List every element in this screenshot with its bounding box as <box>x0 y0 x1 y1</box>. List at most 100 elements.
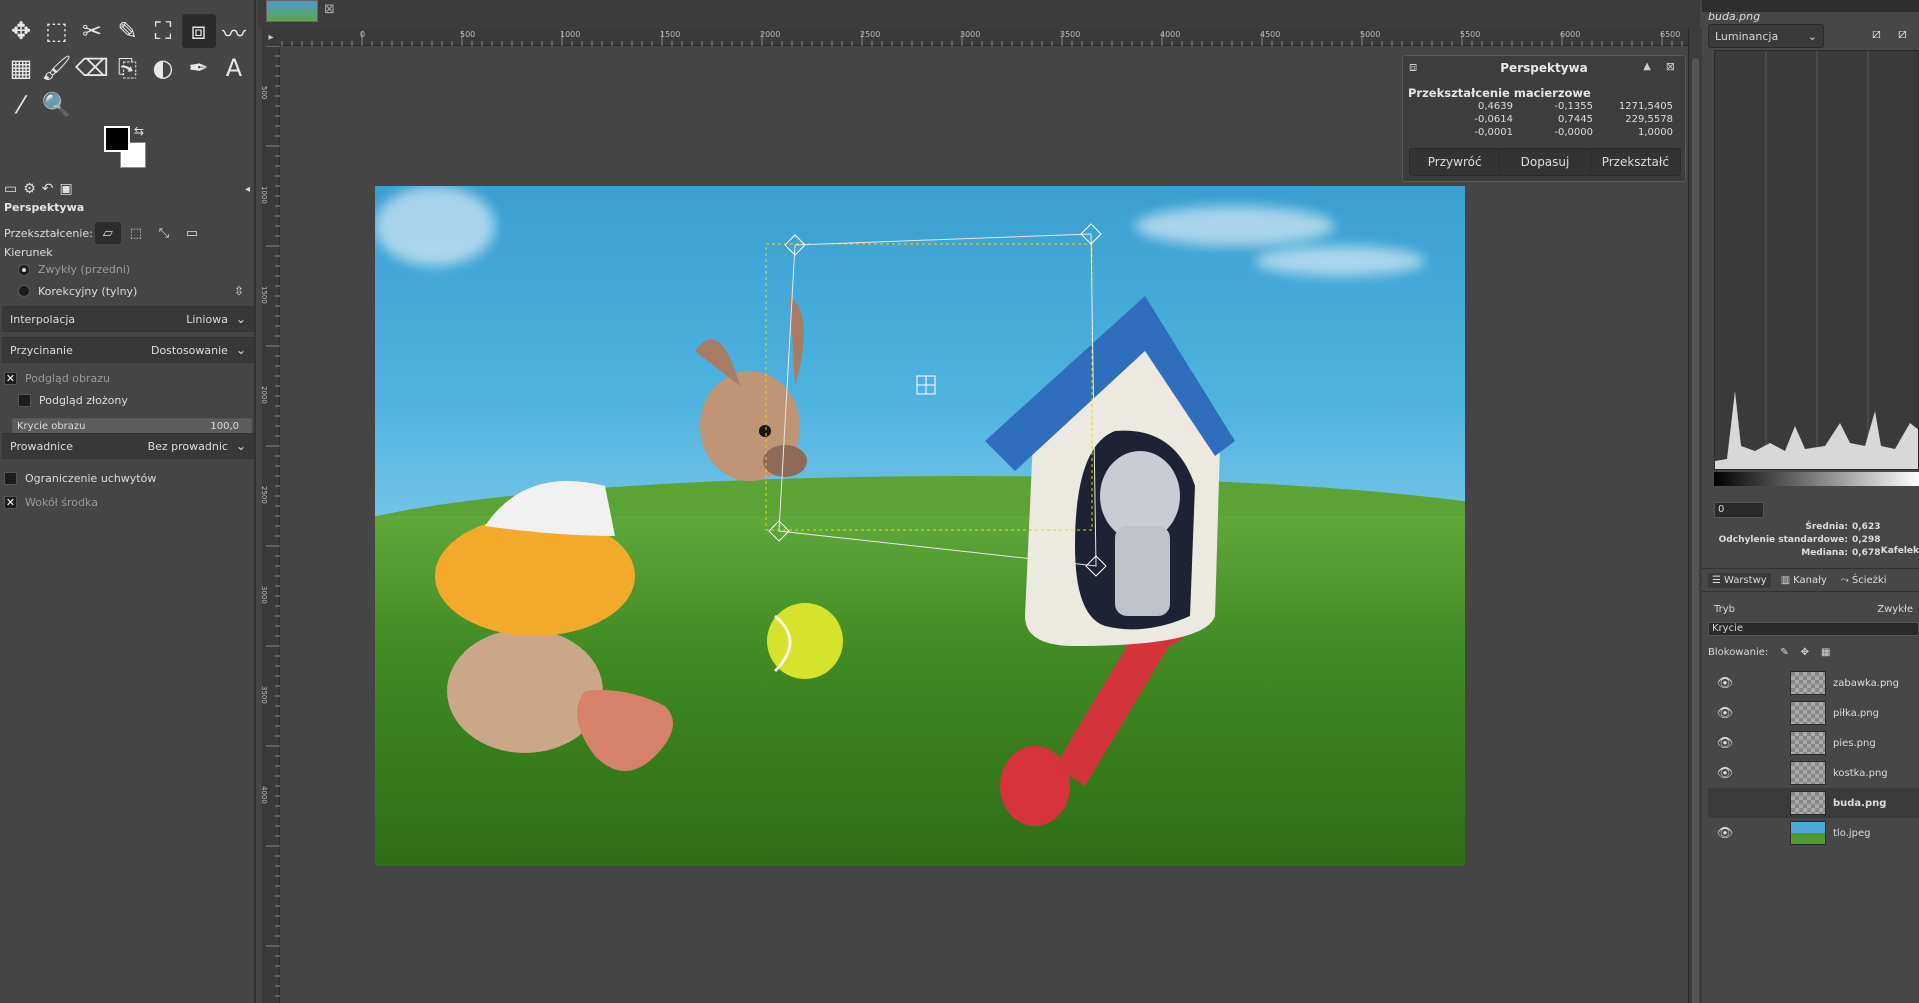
guides-combo[interactable]: Prowadnice Bez prowadnic ⌄ <box>2 433 254 459</box>
log-histogram-icon[interactable]: ⧄ <box>1898 26 1907 42</box>
histogram-channel-combo[interactable]: Luminancja ⌄ <box>1708 24 1824 48</box>
crop-tool-icon[interactable]: ⛶ <box>146 14 180 48</box>
warp-tool-icon[interactable]: 〰 <box>217 14 251 48</box>
matrix-cell: -0,0001 <box>1474 127 1513 138</box>
perspective-tool-icon[interactable]: ⧈ <box>181 14 216 48</box>
scissors-select-tool-icon[interactable]: ✂ <box>75 14 109 48</box>
move-tool-icon[interactable]: ✥ <box>4 14 38 48</box>
ruler-label: 1000 <box>560 30 580 39</box>
visibility-eye-icon[interactable]: 👁 <box>1714 766 1736 781</box>
vertical-scrollbar[interactable] <box>1688 28 1702 1003</box>
image-preview-checkbox[interactable]: ✕ <box>4 372 17 385</box>
transform-path-icon[interactable]: ⤡ <box>151 222 177 244</box>
direction-corrective-radio[interactable] <box>18 285 30 297</box>
lock-alpha-icon[interactable]: ▦ <box>1821 647 1830 658</box>
lock-pixels-icon[interactable]: ✎ <box>1780 647 1788 658</box>
layer-row[interactable]: 👁 tlo.jpeg <box>1708 818 1919 848</box>
layer-opacity-slider[interactable]: Krycie <box>1708 622 1919 636</box>
tab-layers[interactable]: ☰ Warstwy <box>1708 572 1771 588</box>
channels-icon: ▥ <box>1780 574 1791 586</box>
stat-tile-label: Kafelek <box>1880 546 1919 556</box>
matrix-cell: 0,4639 <box>1478 101 1513 112</box>
direction-normal-radio[interactable] <box>18 263 30 276</box>
layer-name: piłka.png <box>1833 707 1879 719</box>
layer-mode-row[interactable]: Tryb Zwykłe <box>1708 596 1919 622</box>
collapse-icon[interactable]: ▲ <box>1643 61 1651 72</box>
visibility-eye-icon[interactable]: 👁 <box>1714 706 1736 721</box>
constrain-handles-row[interactable]: Ograniczenie uchwytów <box>4 472 252 485</box>
readjust-button[interactable]: Dopasuj <box>1500 149 1591 175</box>
chevron-down-icon: ⌄ <box>235 439 246 453</box>
layer-row[interactable]: 👁 piłka.png <box>1708 698 1919 728</box>
close-icon[interactable]: ⊠ <box>1666 60 1675 73</box>
rect-select-tool-icon[interactable]: ⬚ <box>40 14 74 48</box>
visibility-eye-icon[interactable]: 👁 <box>1714 736 1736 751</box>
image-opacity-value: 100,0 <box>210 421 239 432</box>
stat-stddev-label: Odchylenie standardowe: <box>1718 534 1848 545</box>
clone-tool-icon[interactable]: ⎘ <box>111 51 145 85</box>
configure-tab-icon[interactable]: ◂ <box>245 184 250 195</box>
histogram-range-start[interactable]: 0 <box>1714 502 1764 518</box>
tool-options-tab-icon[interactable]: ▭ <box>4 181 17 197</box>
clipping-value: Dostosowanie <box>150 343 228 357</box>
scrollbar-thumb[interactable] <box>1692 58 1699 1003</box>
eraser-tool-icon[interactable]: ⌫ <box>75 51 109 85</box>
transform-layer-icon[interactable]: ▱ <box>94 222 121 244</box>
tab-paths[interactable]: ⤳ Ścieżki <box>1837 573 1891 588</box>
lock-label: Blokowanie: <box>1708 646 1769 658</box>
direction-corrective-row[interactable]: Korekcyjny (tylny) ⇳ <box>4 284 252 298</box>
guides-label: Prowadnice <box>10 439 74 453</box>
layer-row-active[interactable]: buda.png <box>1708 788 1919 818</box>
matrix-cell: 229,5578 <box>1625 114 1673 125</box>
histogram-view[interactable] <box>1714 50 1919 470</box>
perspective-dialog-buttons: Przywróć Dopasuj Przekształć <box>1409 148 1681 176</box>
transform-selection-icon[interactable]: ⬚ <box>123 222 149 244</box>
clipping-combo[interactable]: Przycinanie Dostosowanie ⌄ <box>2 337 254 363</box>
tab-channels[interactable]: ▥ Kanały <box>1777 573 1831 588</box>
color-picker-tool-icon[interactable]: ⁄ <box>4 88 38 122</box>
layer-row[interactable]: 👁 kostka.png <box>1708 758 1919 788</box>
transform-image-icon[interactable]: ▭ <box>179 222 205 244</box>
layer-thumbnail <box>1790 731 1826 755</box>
device-status-tab-icon[interactable]: ⚙ <box>23 181 36 197</box>
transform-button[interactable]: Przekształć <box>1591 149 1680 175</box>
composite-preview-checkbox[interactable] <box>18 394 31 407</box>
ruler-corner-icon[interactable]: ▸ <box>262 28 280 46</box>
layer-name: buda.png <box>1833 797 1887 809</box>
dodge-burn-tool-icon[interactable]: ◐ <box>146 51 180 85</box>
foreground-color-swatch[interactable] <box>104 126 130 152</box>
path-tool-icon[interactable]: ✒ <box>182 51 216 85</box>
lock-position-icon[interactable]: ✥ <box>1801 647 1809 658</box>
ruler-label: 2500 <box>860 30 880 39</box>
layer-row[interactable]: 👁 zabawka.png <box>1708 668 1919 698</box>
undo-history-tab-icon[interactable]: ↶ <box>42 181 54 197</box>
around-center-checkbox[interactable]: ✕ <box>4 496 17 509</box>
direction-normal-row[interactable]: Zwykły (przedni) <box>4 263 252 276</box>
layer-row[interactable]: 👁 pies.png <box>1708 728 1919 758</box>
image-opacity-label: Krycie obrazu <box>17 421 86 432</box>
layer-thumbnail <box>1790 821 1826 845</box>
composition-image[interactable] <box>375 186 1465 866</box>
constrain-handles-checkbox[interactable] <box>4 472 17 485</box>
interpolation-combo[interactable]: Interpolacja Liniowa ⌄ <box>2 306 254 332</box>
close-icon[interactable]: ⊠ <box>324 2 335 17</box>
toggle-direction-icon[interactable]: ⇳ <box>234 284 244 298</box>
horizontal-ruler-ticks: 0 500 1000 1500 2000 2500 3000 3500 4000 4500 5000… <box>262 30 1683 46</box>
around-center-row[interactable]: ✕ Wokół środka <box>4 496 252 509</box>
image-canvas[interactable] <box>281 46 1687 1003</box>
visibility-eye-icon[interactable]: 👁 <box>1714 826 1736 841</box>
swap-colors-icon[interactable]: ⇆ <box>134 124 144 138</box>
ruler-label: 3500 <box>262 686 268 704</box>
images-tab-icon[interactable]: ▣ <box>60 181 73 197</box>
composite-preview-row[interactable]: Podgląd złożony <box>4 394 252 407</box>
text-tool-icon[interactable]: A <box>217 51 251 85</box>
visibility-eye-icon[interactable]: 👁 <box>1714 676 1736 691</box>
paintbrush-tool-icon[interactable]: 🖌 <box>40 51 74 85</box>
linear-histogram-icon[interactable]: ⧄ <box>1872 26 1881 42</box>
image-preview-row[interactable]: ✕ Podgląd obrazu <box>4 372 252 385</box>
fuzzy-select-tool-icon[interactable]: ✎ <box>111 14 145 48</box>
reset-button[interactable]: Przywróć <box>1410 149 1501 175</box>
gradient-tool-icon[interactable]: ▦ <box>4 51 38 85</box>
image-tab-thumbnail[interactable] <box>266 0 318 22</box>
zoom-tool-icon[interactable]: 🔍 <box>40 88 74 122</box>
